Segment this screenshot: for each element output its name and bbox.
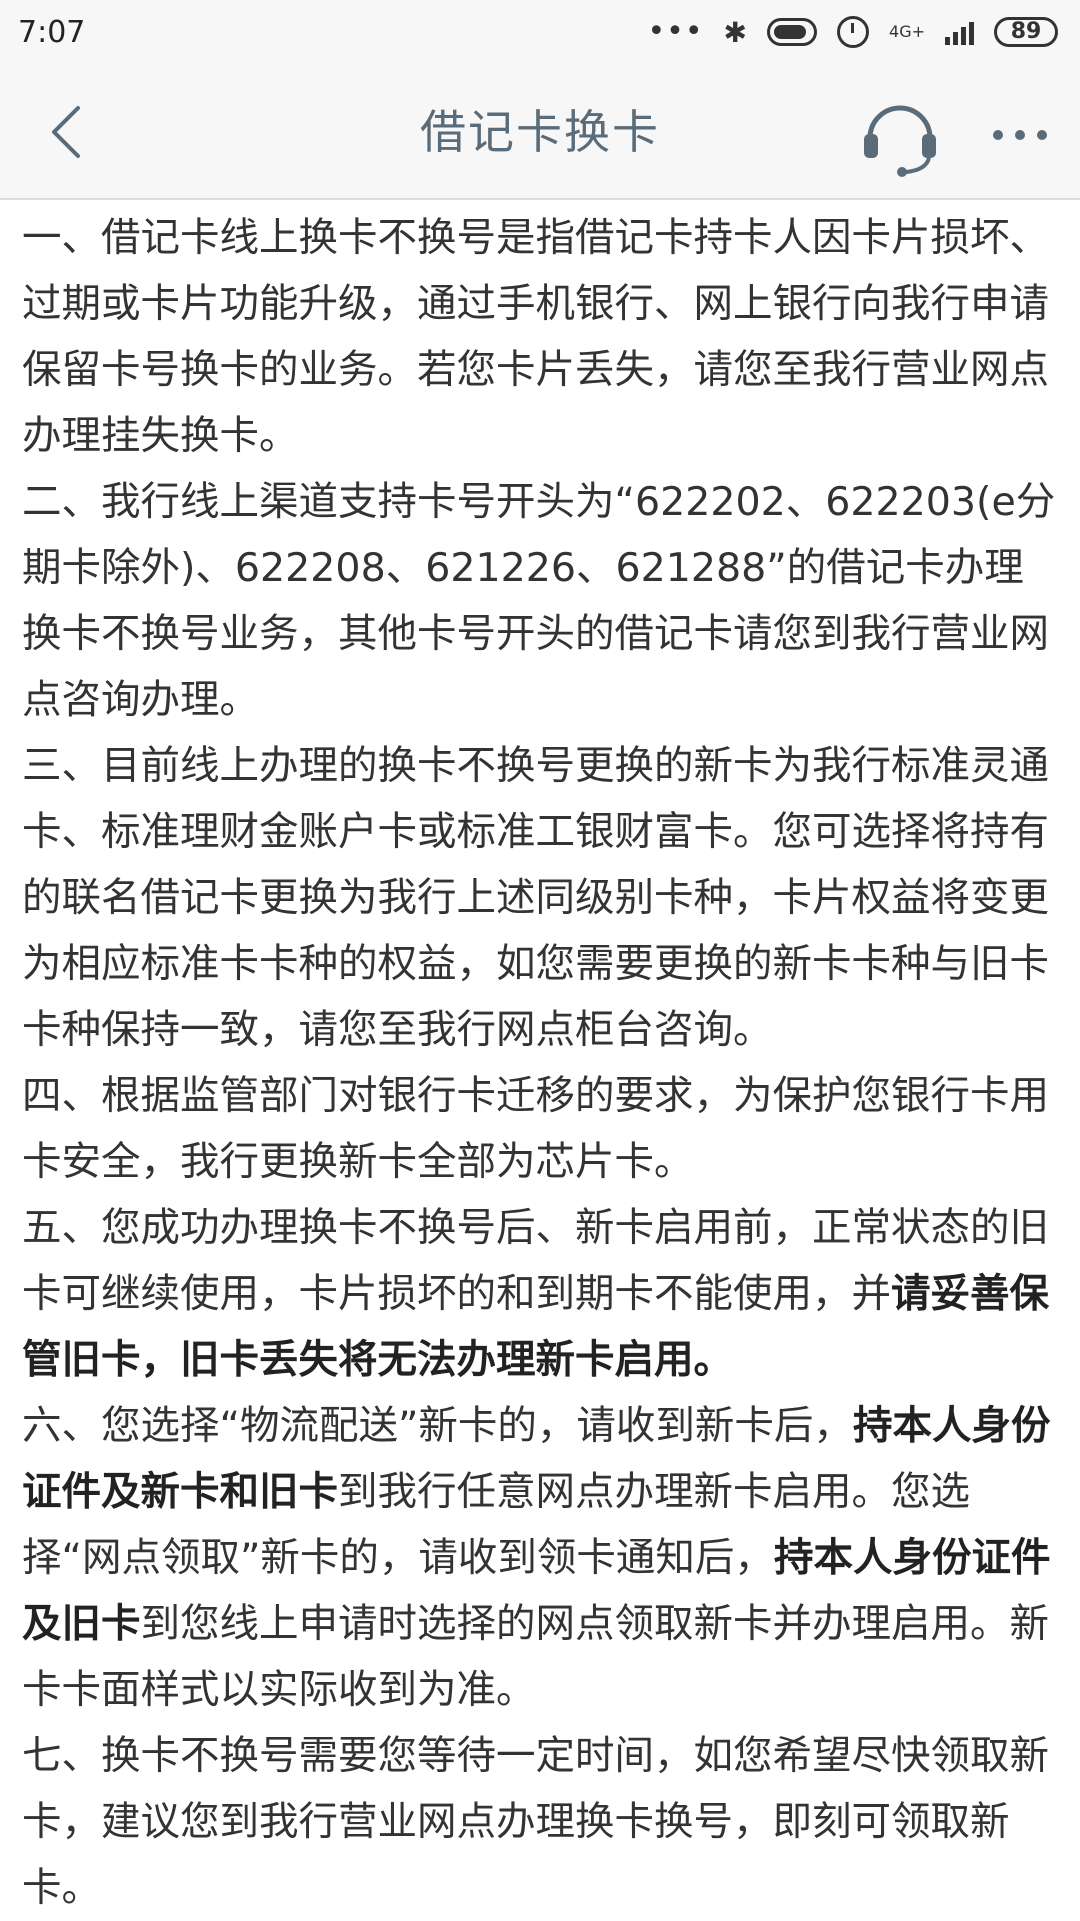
customer-service-button[interactable]: [860, 98, 940, 178]
note-text: 一、借记卡线上换卡不换号是指借记卡持卡人因卡片损坏、过期或卡片功能升级，通过手机…: [22, 215, 1049, 459]
status-bar: 7:07 ••• ✱ 4G+ 89: [0, 0, 1080, 64]
notification-dots-icon: •••: [647, 14, 704, 49]
more-button[interactable]: [990, 120, 1050, 150]
note-text: 七、换卡不换号需要您等待一定时间，如您希望尽快领取新卡，建议您到我行营业网点办理…: [22, 1733, 1049, 1911]
headset-icon: [864, 105, 936, 177]
note-1: 一、借记卡线上换卡不换号是指借记卡持卡人因卡片损坏、过期或卡片功能升级，通过手机…: [22, 205, 1062, 469]
card-replacement-notes: 一、借记卡线上换卡不换号是指借记卡持卡人因卡片损坏、过期或卡片功能升级，通过手机…: [22, 205, 1062, 1921]
note-text: 到您线上申请时选择的网点领取新卡并办理启用。新卡卡面样式以实际收到为准。: [22, 1601, 1049, 1713]
battery-icon: 89: [994, 17, 1058, 47]
note-text: 三、目前线上办理的换卡不换号更换的新卡为我行标准灵通卡、标准理财金账户卡或标准工…: [22, 743, 1049, 1053]
note-text: 四、根据监管部门对银行卡迁移的要求，为保护您银行卡用卡安全，我行更换新卡全部为芯…: [22, 1073, 1049, 1185]
signal-icon: [945, 19, 974, 45]
note-2: 二、我行线上渠道支持卡号开头为“622202、622203(e分期卡除外)、62…: [22, 469, 1062, 733]
note-7: 七、换卡不换号需要您等待一定时间，如您希望尽快领取新卡，建议您到我行营业网点办理…: [22, 1723, 1062, 1921]
note-4: 四、根据监管部门对银行卡迁移的要求，为保护您银行卡用卡安全，我行更换新卡全部为芯…: [22, 1063, 1062, 1195]
status-icons: ••• ✱ 4G+ 89: [647, 16, 1058, 49]
note-3: 三、目前线上办理的换卡不换号更换的新卡为我行标准灵通卡、标准理财金账户卡或标准工…: [22, 733, 1062, 1063]
note-text: 六、您选择“物流配送”新卡的，请收到新卡后，: [22, 1403, 853, 1449]
bluetooth-icon: ✱: [723, 15, 748, 49]
note-5: 五、您成功办理换卡不换号后、新卡启用前，正常状态的旧卡可继续使用，卡片损坏的和到…: [22, 1195, 1062, 1393]
note-text: 二、我行线上渠道支持卡号开头为“622202、622203(e分期卡除外)、62…: [22, 479, 1056, 723]
network-type: 4G+: [889, 22, 925, 41]
alarm-icon: [837, 16, 870, 48]
more-dots-icon: [993, 130, 1047, 140]
toggle-icon: [767, 18, 818, 46]
header-bar: 借记卡换卡: [0, 64, 1080, 200]
note-6: 六、您选择“物流配送”新卡的，请收到新卡后，持本人身份证件及新卡和旧卡到我行任意…: [22, 1393, 1062, 1723]
status-time: 7:07: [18, 14, 86, 50]
